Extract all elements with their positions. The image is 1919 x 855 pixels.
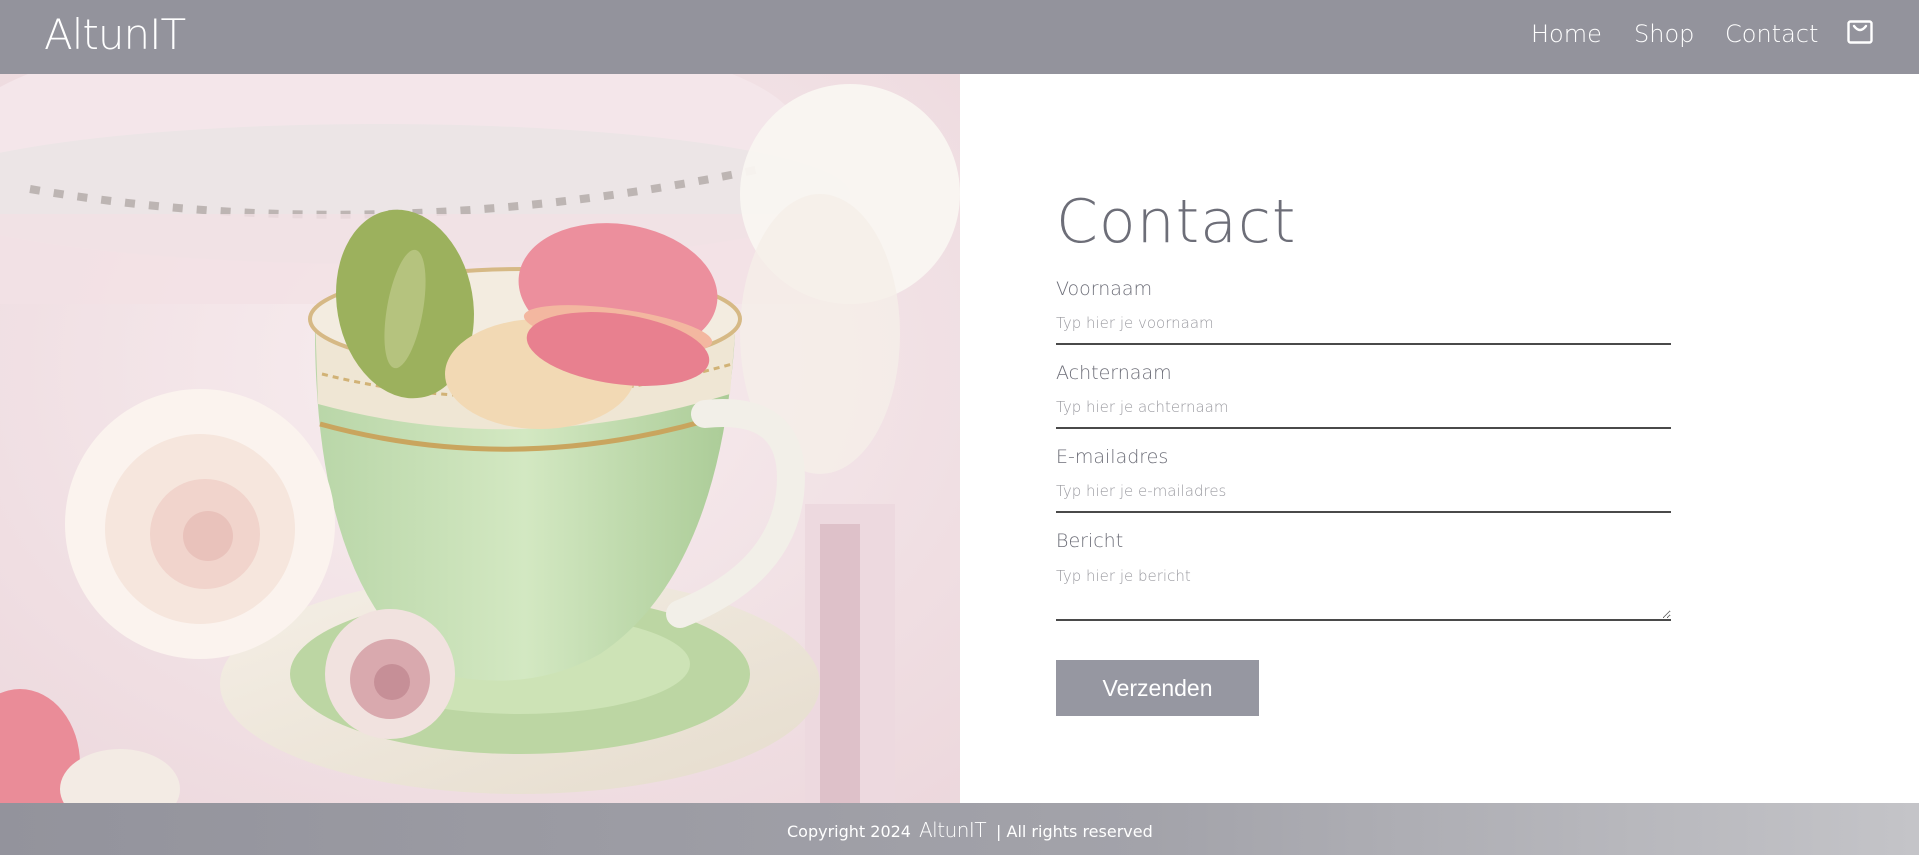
page-title: Contact <box>1056 187 1297 257</box>
submit-button[interactable]: Verzenden <box>1056 660 1259 716</box>
first-name-field: Voornaam <box>1056 277 1671 345</box>
footer-logo: AltunIT <box>918 818 987 842</box>
last-name-input[interactable] <box>1056 395 1671 429</box>
site-logo[interactable]: AltunIT <box>44 10 186 60</box>
email-input[interactable] <box>1056 479 1671 513</box>
message-field: Bericht <box>1056 529 1671 621</box>
copyright-text: Copyright 2024 <box>787 822 911 841</box>
hero-image <box>0 74 960 803</box>
site-header: AltunIT Home Shop Contact <box>0 0 1919 74</box>
last-name-label: Achternaam <box>1056 362 1172 384</box>
last-name-field: Achternaam <box>1056 361 1671 429</box>
site-footer: Copyright 2024 AltunIT | All rights reserv… <box>0 803 1919 855</box>
footer-text: Copyright 2024 AltunIT | All rights reserv… <box>787 816 1153 844</box>
nav-contact-link[interactable]: Contact <box>1725 18 1818 50</box>
first-name-label: Voornaam <box>1056 278 1153 300</box>
message-textarea[interactable] <box>1056 567 1671 621</box>
message-label: Bericht <box>1056 530 1124 552</box>
nav-shop-link[interactable]: Shop <box>1634 18 1694 50</box>
nav-home-link[interactable]: Home <box>1531 18 1602 50</box>
email-field: E-mailadres <box>1056 445 1671 513</box>
teacup-macarons-illustration <box>0 74 960 803</box>
rights-text: | All rights reserved <box>996 822 1153 841</box>
email-label: E-mailadres <box>1056 446 1169 468</box>
shopping-bag-icon[interactable] <box>1847 20 1873 44</box>
contact-panel: Contact Voornaam Achternaam E-mailadres … <box>960 74 1919 803</box>
first-name-input[interactable] <box>1056 311 1671 345</box>
